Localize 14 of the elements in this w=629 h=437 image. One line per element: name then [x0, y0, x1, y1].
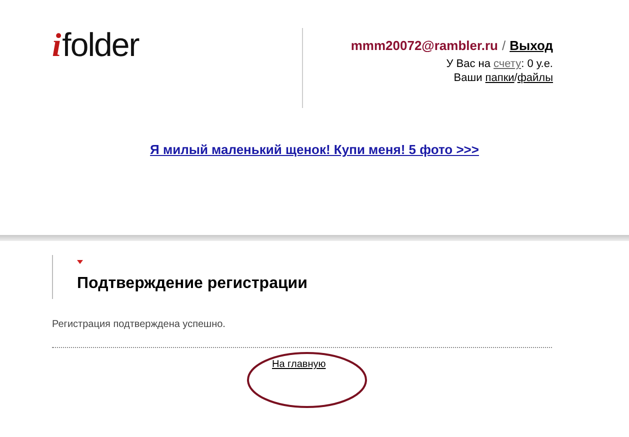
- promo-link[interactable]: Я милый маленький щенок! Купи меня! 5 фото >>>: [150, 142, 479, 157]
- status-message: Регистрация подтверждена успешно.: [52, 319, 226, 330]
- user-email: mmm20072@rambler.ru: [350, 38, 498, 53]
- triangle-icon: [77, 260, 83, 264]
- logo: ifolder: [52, 28, 139, 63]
- logout-link[interactable]: Выход: [510, 38, 553, 53]
- folders-link[interactable]: папки: [485, 72, 514, 84]
- home-link[interactable]: На главную: [272, 359, 326, 370]
- files-link[interactable]: файлы: [517, 72, 553, 84]
- account-link[interactable]: счету: [494, 58, 522, 70]
- separator: /: [502, 38, 506, 53]
- section-title: Подтверждение регистрации: [77, 275, 308, 293]
- account-balance: У Вас на счету: 0 у.е.: [446, 57, 553, 71]
- files-line: Ваши папки/файлы: [454, 71, 553, 85]
